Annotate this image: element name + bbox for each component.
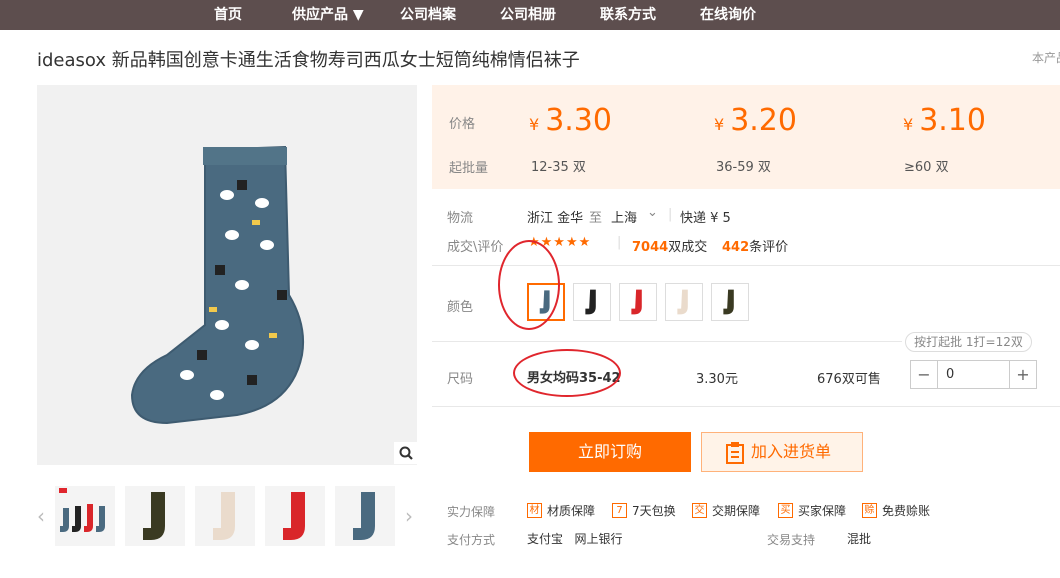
nav-company-album[interactable]: 公司相册 <box>500 0 556 30</box>
qty-tier-1: 12-35 双 <box>531 160 586 175</box>
guarantee-item[interactable]: 赊免费赊账 <box>862 502 930 519</box>
thumbnail[interactable] <box>125 486 185 546</box>
color-label: 颜色 <box>447 300 474 315</box>
add-to-cart-label: 加入进货单 <box>751 442 832 461</box>
price-box: 价格 起批量 ¥3.30 ¥3.20 ¥3.10 12-35 双 36-59 双… <box>432 85 1060 189</box>
reviews-count[interactable]: 442条评价 <box>722 236 788 255</box>
product-title: ideasox 新品韩国创意卡通生活食物寿司西瓜女士短筒纯棉情侣袜子 <box>37 50 580 71</box>
buy-now-button[interactable]: 立即订购 <box>529 432 691 472</box>
delivery-icon: 交 <box>692 503 707 518</box>
credit-icon: 赊 <box>862 503 877 518</box>
thumb-prev-icon[interactable]: ‹ <box>37 504 45 528</box>
material-icon: 材 <box>527 503 542 518</box>
nav-inquiry[interactable]: 在线询价 <box>700 0 756 30</box>
guarantee-item[interactable]: 7 7天包换 <box>612 502 676 519</box>
nav-company-profile[interactable]: 公司档案 <box>400 0 456 30</box>
plus-button[interactable]: + <box>1010 361 1036 388</box>
payment-methods: 支付宝 网上银行 <box>527 532 623 546</box>
thumbnail[interactable] <box>55 486 115 546</box>
divider: | <box>617 235 622 250</box>
price-tier-1: ¥3.30 <box>529 103 612 138</box>
logistics-label: 物流 <box>447 211 474 226</box>
guarantee-item[interactable]: 买买家保障 <box>778 502 846 519</box>
ship-to-select[interactable]: 上海 <box>611 207 637 226</box>
size-price: 3.30元 <box>696 372 738 387</box>
product-note: 本产品 <box>1032 51 1060 65</box>
nav-contact[interactable]: 联系方式 <box>600 0 656 30</box>
color-swatch-olive[interactable] <box>711 283 749 321</box>
add-to-cart-button[interactable]: 加入进货单 <box>701 432 863 472</box>
divider <box>432 341 902 342</box>
nav-products[interactable]: 供应产品 ▼ <box>292 0 364 30</box>
guarantee-item[interactable]: 材材质保障 <box>527 502 595 519</box>
thumbnail[interactable] <box>335 486 395 546</box>
color-swatch-blue[interactable] <box>527 283 565 321</box>
main-product-image[interactable] <box>37 85 417 465</box>
sock-image <box>130 145 305 425</box>
chevron-down-icon[interactable]: ⌄ <box>647 205 658 220</box>
quantity-stepper: − 0 + <box>910 360 1037 389</box>
guarantee-item[interactable]: 交交期保障 <box>692 502 760 519</box>
buyer-protection-icon: 买 <box>778 503 793 518</box>
guarantee-label: 实力保障 <box>447 505 496 519</box>
wholesale-hint: 按打起批 1打=12双 <box>905 332 1032 352</box>
nav-home[interactable]: 首页 <box>214 0 242 30</box>
top-nav: 首页 供应产品 ▼ 公司档案 公司相册 联系方式 在线询价 <box>0 0 1060 30</box>
ship-to-word: 至 <box>589 211 603 226</box>
price-tier-3: ¥3.10 <box>903 103 986 138</box>
thumb-next-icon[interactable]: › <box>405 504 413 528</box>
size-value: 男女均码35-42 <box>527 371 621 386</box>
trade-support-label: 交易支持 <box>767 533 816 547</box>
price-label: 价格 <box>449 117 476 132</box>
size-stock: 676双可售 <box>817 372 881 387</box>
price-tier-2: ¥3.20 <box>714 103 797 138</box>
color-swatch-beige[interactable] <box>665 283 703 321</box>
quantity-input[interactable]: 0 <box>937 361 1010 388</box>
clipboard-icon <box>726 442 744 464</box>
color-swatch-black[interactable] <box>573 283 611 321</box>
payment-label: 支付方式 <box>447 533 496 547</box>
zoom-icon[interactable] <box>394 442 418 464</box>
thumbnail[interactable] <box>195 486 255 546</box>
thumbnail[interactable] <box>265 486 325 546</box>
exchange-icon: 7 <box>612 503 627 518</box>
ship-from: 浙江 金华 <box>527 211 584 226</box>
size-label: 尺码 <box>447 372 474 387</box>
thumbnail-strip: ‹ › <box>37 486 427 546</box>
minus-button[interactable]: − <box>911 361 937 388</box>
trade-support-value: 混批 <box>847 532 872 546</box>
qty-tier-2: 36-59 双 <box>716 160 771 175</box>
divider <box>432 265 1060 266</box>
shipping-fee: 快递 ¥ 5 <box>680 211 731 226</box>
divider: | <box>668 207 673 222</box>
qty-label: 起批量 <box>449 161 489 176</box>
qty-tier-3: ≥60 双 <box>904 160 949 175</box>
divider <box>432 406 1060 407</box>
color-swatch-red[interactable] <box>619 283 657 321</box>
deals-count[interactable]: 7044双成交 <box>632 236 707 255</box>
rating-stars: ★★★★★ <box>528 235 592 250</box>
trade-label: 成交\评价 <box>447 240 504 255</box>
